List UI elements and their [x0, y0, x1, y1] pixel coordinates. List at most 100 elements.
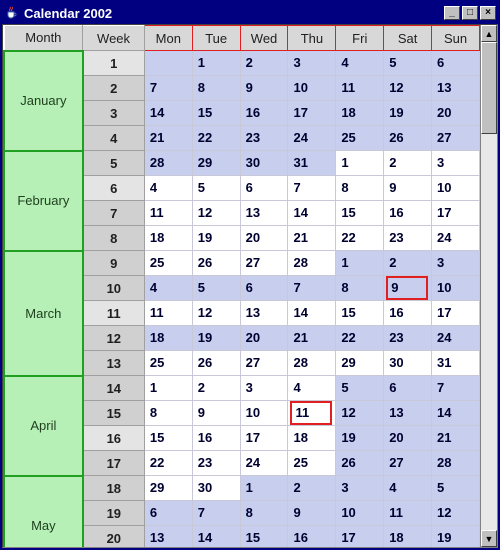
- day-cell[interactable]: 21: [288, 326, 336, 351]
- day-cell[interactable]: 15: [336, 201, 384, 226]
- day-cell[interactable]: 20: [240, 226, 288, 251]
- day-cell[interactable]: 10: [432, 176, 480, 201]
- week-cell[interactable]: 17: [83, 451, 145, 476]
- day-cell[interactable]: 30: [384, 351, 432, 376]
- day-cell[interactable]: 6: [240, 276, 288, 301]
- day-cell[interactable]: 7: [432, 376, 480, 401]
- day-cell[interactable]: 22: [336, 226, 384, 251]
- day-cell[interactable]: [144, 51, 192, 76]
- day-cell[interactable]: 26: [336, 451, 384, 476]
- day-cell[interactable]: 22: [192, 126, 240, 151]
- header-thu[interactable]: Thu: [288, 26, 336, 51]
- day-cell[interactable]: 2: [240, 51, 288, 76]
- day-cell[interactable]: 28: [432, 451, 480, 476]
- day-cell[interactable]: 24: [432, 326, 480, 351]
- week-cell[interactable]: 13: [83, 351, 145, 376]
- day-cell[interactable]: 24: [240, 451, 288, 476]
- close-button[interactable]: ×: [480, 6, 496, 20]
- day-cell[interactable]: 5: [336, 376, 384, 401]
- day-cell[interactable]: 17: [432, 201, 480, 226]
- day-cell[interactable]: 1: [144, 376, 192, 401]
- day-cell[interactable]: 6: [384, 376, 432, 401]
- day-cell[interactable]: 27: [432, 126, 480, 151]
- week-cell[interactable]: 6: [83, 176, 145, 201]
- day-cell[interactable]: 25: [144, 251, 192, 276]
- day-cell[interactable]: 26: [192, 251, 240, 276]
- day-cell[interactable]: 20: [240, 326, 288, 351]
- day-cell[interactable]: 9: [384, 276, 432, 301]
- day-cell[interactable]: 17: [288, 101, 336, 126]
- day-cell[interactable]: 18: [144, 226, 192, 251]
- day-cell[interactable]: 14: [144, 101, 192, 126]
- week-cell[interactable]: 5: [83, 151, 145, 176]
- day-cell[interactable]: 12: [432, 501, 480, 526]
- day-cell[interactable]: 11: [384, 501, 432, 526]
- week-cell[interactable]: 4: [83, 126, 145, 151]
- week-cell[interactable]: 20: [83, 526, 145, 548]
- day-cell[interactable]: 23: [192, 451, 240, 476]
- day-cell[interactable]: 19: [192, 226, 240, 251]
- minimize-button[interactable]: _: [444, 6, 460, 20]
- day-cell[interactable]: 29: [192, 151, 240, 176]
- day-cell[interactable]: 11: [336, 76, 384, 101]
- week-cell[interactable]: 14: [83, 376, 145, 401]
- day-cell[interactable]: 4: [384, 476, 432, 501]
- day-cell[interactable]: 13: [384, 401, 432, 426]
- day-cell[interactable]: 12: [384, 76, 432, 101]
- day-cell[interactable]: 2: [288, 476, 336, 501]
- day-cell[interactable]: 15: [144, 426, 192, 451]
- day-cell[interactable]: 7: [288, 276, 336, 301]
- day-cell[interactable]: 7: [144, 76, 192, 101]
- day-cell[interactable]: 3: [336, 476, 384, 501]
- week-cell[interactable]: 11: [83, 301, 145, 326]
- month-cell[interactable]: January: [4, 51, 83, 151]
- day-cell[interactable]: 19: [384, 101, 432, 126]
- day-cell[interactable]: 8: [144, 401, 192, 426]
- day-cell[interactable]: 23: [384, 226, 432, 251]
- day-cell[interactable]: 12: [192, 301, 240, 326]
- day-cell[interactable]: 31: [288, 151, 336, 176]
- day-cell[interactable]: 13: [240, 301, 288, 326]
- day-cell[interactable]: 4: [144, 176, 192, 201]
- day-cell[interactable]: 28: [144, 151, 192, 176]
- day-cell[interactable]: 11: [144, 301, 192, 326]
- day-cell[interactable]: 10: [336, 501, 384, 526]
- day-cell[interactable]: 17: [336, 526, 384, 548]
- day-cell[interactable]: 30: [192, 476, 240, 501]
- day-cell[interactable]: 9: [240, 76, 288, 101]
- week-cell[interactable]: 10: [83, 276, 145, 301]
- day-cell[interactable]: 14: [288, 301, 336, 326]
- day-cell[interactable]: 13: [240, 201, 288, 226]
- day-cell[interactable]: 22: [336, 326, 384, 351]
- day-cell[interactable]: 5: [432, 476, 480, 501]
- day-cell[interactable]: 10: [288, 76, 336, 101]
- day-cell[interactable]: 25: [144, 351, 192, 376]
- day-cell[interactable]: 27: [240, 251, 288, 276]
- day-cell[interactable]: 20: [432, 101, 480, 126]
- day-cell[interactable]: 16: [192, 426, 240, 451]
- day-cell[interactable]: 20: [384, 426, 432, 451]
- header-tue[interactable]: Tue: [192, 26, 240, 51]
- day-cell[interactable]: 9: [384, 176, 432, 201]
- day-cell[interactable]: 13: [144, 526, 192, 548]
- day-cell[interactable]: 30: [240, 151, 288, 176]
- day-cell[interactable]: 19: [192, 326, 240, 351]
- day-cell[interactable]: 19: [336, 426, 384, 451]
- day-cell[interactable]: 14: [432, 401, 480, 426]
- day-cell[interactable]: 2: [192, 376, 240, 401]
- day-cell[interactable]: 9: [288, 501, 336, 526]
- day-cell[interactable]: 5: [192, 276, 240, 301]
- header-sun[interactable]: Sun: [432, 26, 480, 51]
- day-cell[interactable]: 13: [432, 76, 480, 101]
- day-cell[interactable]: 8: [240, 501, 288, 526]
- day-cell[interactable]: 28: [288, 251, 336, 276]
- day-cell[interactable]: 14: [192, 526, 240, 548]
- week-cell[interactable]: 8: [83, 226, 145, 251]
- day-cell[interactable]: 4: [288, 376, 336, 401]
- day-cell[interactable]: 7: [192, 501, 240, 526]
- week-cell[interactable]: 3: [83, 101, 145, 126]
- day-cell[interactable]: 22: [144, 451, 192, 476]
- day-cell[interactable]: 16: [288, 526, 336, 548]
- day-cell[interactable]: 9: [192, 401, 240, 426]
- header-wed[interactable]: Wed: [240, 26, 288, 51]
